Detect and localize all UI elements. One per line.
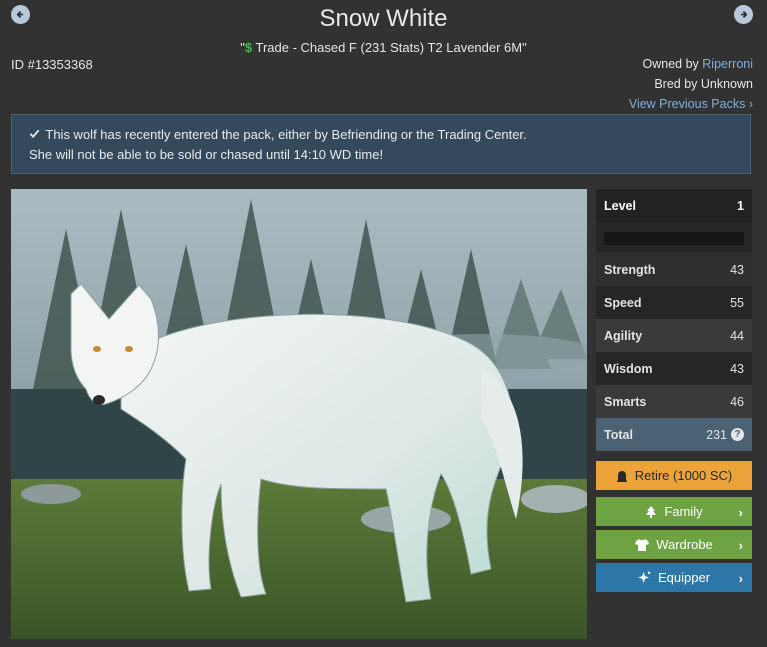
- chevron-right-icon: ›: [738, 538, 743, 553]
- total-value: 231: [706, 427, 727, 442]
- stat-label: Wisdom: [604, 361, 653, 376]
- shirt-icon: [635, 538, 650, 551]
- experience-track: [604, 231, 744, 245]
- equipper-button[interactable]: Equipper ›: [596, 563, 752, 592]
- wolf-description: "$ Trade - Chased F (231 Stats) T2 Laven…: [0, 40, 767, 55]
- stat-row-strength: Strength 43: [596, 253, 752, 286]
- stat-row-wisdom: Wisdom 43: [596, 352, 752, 385]
- tree-icon: [645, 505, 657, 518]
- family-button[interactable]: Family ›: [596, 497, 752, 526]
- tombstone-icon: [616, 470, 628, 482]
- stat-row-speed: Speed 55: [596, 286, 752, 319]
- notice-line-1: This wolf has recently entered the pack,…: [45, 127, 527, 142]
- stat-value: 43: [730, 361, 744, 376]
- retire-button[interactable]: Retire (1000 SC): [596, 461, 752, 490]
- stat-label: Agility: [604, 328, 643, 343]
- view-previous-packs-label: View Previous Packs: [628, 97, 746, 111]
- retire-label: Retire (1000 SC): [634, 468, 733, 483]
- total-value-group: 231 ?: [706, 428, 744, 442]
- level-row: Level 1: [596, 189, 752, 223]
- stat-row-total: Total 231 ?: [596, 418, 752, 451]
- stat-label: Speed: [604, 295, 642, 310]
- subtitle-text: Trade - Chased F (231 Stats) T2 Lavender…: [252, 40, 527, 55]
- experience-bar: [596, 223, 752, 253]
- question-circle-icon[interactable]: ?: [731, 428, 744, 441]
- family-label: Family: [664, 504, 703, 519]
- stat-row-smarts: Smarts 46: [596, 385, 752, 418]
- owner-link[interactable]: Riperroni: [702, 57, 753, 71]
- chevron-right-icon: ›: [738, 571, 743, 586]
- stats-panel: Level 1 Strength 43 Speed 55 Agility 44 …: [596, 189, 752, 451]
- stat-value: 43: [730, 262, 744, 277]
- check-icon: [29, 125, 42, 145]
- equipper-label: Equipper: [657, 570, 711, 585]
- stat-row-agility: Agility 44: [596, 319, 752, 352]
- wardrobe-label: Wardrobe: [656, 537, 713, 552]
- chevron-right-icon: ›: [748, 97, 753, 111]
- stat-label: Strength: [604, 262, 656, 277]
- wolf-image: [11, 189, 587, 639]
- stat-value: 55: [730, 295, 744, 310]
- level-value: 1: [737, 199, 744, 213]
- total-label: Total: [604, 427, 633, 442]
- owned-by-label: Owned by: [642, 57, 703, 71]
- owned-by: Owned by Riperroni: [643, 57, 753, 71]
- stat-value: 44: [730, 328, 744, 343]
- notice-line-2: She will not be able to be sold or chase…: [29, 147, 384, 162]
- wolf-illustration: [11, 189, 587, 639]
- recently-entered-notice: This wolf has recently entered the pack,…: [11, 114, 751, 174]
- chevron-right-icon: ›: [738, 505, 743, 520]
- stat-value: 46: [730, 394, 744, 409]
- bred-by: Bred by Unknown: [654, 77, 753, 91]
- view-previous-packs-link[interactable]: View Previous Packs ›: [629, 97, 753, 111]
- sparkle-icon: [637, 571, 651, 584]
- level-label: Level: [604, 199, 636, 213]
- wolf-name-title: Snow White: [319, 5, 448, 32]
- wardrobe-button[interactable]: Wardrobe ›: [596, 530, 752, 559]
- wolf-id: ID #13353368: [11, 57, 93, 72]
- stat-label: Smarts: [604, 394, 647, 409]
